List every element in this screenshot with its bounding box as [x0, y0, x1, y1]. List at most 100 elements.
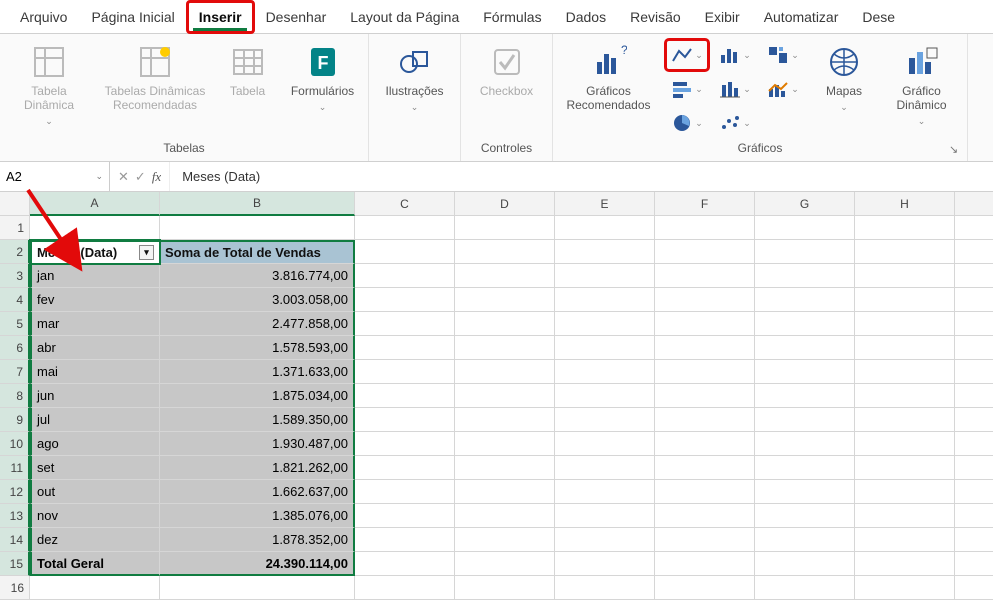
- cell-E10[interactable]: [555, 432, 655, 456]
- cell-D1[interactable]: [455, 216, 555, 240]
- cell-I16[interactable]: [955, 576, 993, 600]
- cell-B10[interactable]: 1.930.487,00: [160, 432, 355, 456]
- cell-C11[interactable]: [355, 456, 455, 480]
- cell-D15[interactable]: [455, 552, 555, 576]
- statistic-chart-button[interactable]: ⌄: [714, 74, 756, 104]
- cell-B15[interactable]: 24.390.114,00: [160, 552, 355, 576]
- cell-G11[interactable]: [755, 456, 855, 480]
- cell-I10[interactable]: [955, 432, 993, 456]
- cell-A11[interactable]: set: [30, 456, 160, 480]
- cell-G8[interactable]: [755, 384, 855, 408]
- column-header-I[interactable]: I: [955, 192, 993, 216]
- cell-C10[interactable]: [355, 432, 455, 456]
- cell-G1[interactable]: [755, 216, 855, 240]
- cell-C12[interactable]: [355, 480, 455, 504]
- cell-B3[interactable]: 3.816.774,00: [160, 264, 355, 288]
- cell-G14[interactable]: [755, 528, 855, 552]
- cell-E9[interactable]: [555, 408, 655, 432]
- cell-A5[interactable]: mar: [30, 312, 160, 336]
- row-header-6[interactable]: 6: [0, 336, 30, 360]
- pivot-table-button[interactable]: Tabela Dinâmica ⌄: [8, 40, 90, 127]
- cell-B11[interactable]: 1.821.262,00: [160, 456, 355, 480]
- cell-H2[interactable]: [855, 240, 955, 264]
- checkbox-button[interactable]: Checkbox: [469, 40, 544, 98]
- row-header-16[interactable]: 16: [0, 576, 30, 600]
- cancel-formula-button[interactable]: ✕: [118, 169, 129, 185]
- column-header-F[interactable]: F: [655, 192, 755, 216]
- cell-E1[interactable]: [555, 216, 655, 240]
- cell-C3[interactable]: [355, 264, 455, 288]
- bar-chart-button[interactable]: ⌄: [666, 74, 708, 104]
- cell-H13[interactable]: [855, 504, 955, 528]
- cell-D7[interactable]: [455, 360, 555, 384]
- cell-A14[interactable]: dez: [30, 528, 160, 552]
- maps-button[interactable]: Mapas ⌄: [814, 40, 874, 113]
- cell-H16[interactable]: [855, 576, 955, 600]
- cell-I1[interactable]: [955, 216, 993, 240]
- cell-I4[interactable]: [955, 288, 993, 312]
- cell-E16[interactable]: [555, 576, 655, 600]
- row-header-15[interactable]: 15: [0, 552, 30, 576]
- cell-A13[interactable]: nov: [30, 504, 160, 528]
- cell-F14[interactable]: [655, 528, 755, 552]
- cell-A3[interactable]: jan: [30, 264, 160, 288]
- cell-I11[interactable]: [955, 456, 993, 480]
- enter-formula-button[interactable]: ✓: [135, 169, 146, 185]
- row-header-1[interactable]: 1: [0, 216, 30, 240]
- cell-B1[interactable]: [160, 216, 355, 240]
- cell-F2[interactable]: [655, 240, 755, 264]
- row-header-12[interactable]: 12: [0, 480, 30, 504]
- cell-H15[interactable]: [855, 552, 955, 576]
- combo-chart-button[interactable]: ⌄: [762, 74, 804, 104]
- cell-G7[interactable]: [755, 360, 855, 384]
- cell-B9[interactable]: 1.589.350,00: [160, 408, 355, 432]
- cell-B6[interactable]: 1.578.593,00: [160, 336, 355, 360]
- cell-H11[interactable]: [855, 456, 955, 480]
- cell-I6[interactable]: [955, 336, 993, 360]
- cell-A15[interactable]: Total Geral: [30, 552, 160, 576]
- column-header-C[interactable]: C: [355, 192, 455, 216]
- cell-I3[interactable]: [955, 264, 993, 288]
- row-header-4[interactable]: 4: [0, 288, 30, 312]
- cell-H10[interactable]: [855, 432, 955, 456]
- hierarchy-chart-button[interactable]: ⌄: [762, 40, 804, 70]
- cell-E6[interactable]: [555, 336, 655, 360]
- column-header-G[interactable]: G: [755, 192, 855, 216]
- row-header-2[interactable]: 2: [0, 240, 30, 264]
- cell-F15[interactable]: [655, 552, 755, 576]
- column-header-E[interactable]: E: [555, 192, 655, 216]
- select-all-corner[interactable]: [0, 192, 30, 216]
- cell-D8[interactable]: [455, 384, 555, 408]
- row-header-7[interactable]: 7: [0, 360, 30, 384]
- cell-D6[interactable]: [455, 336, 555, 360]
- cell-G12[interactable]: [755, 480, 855, 504]
- cell-G3[interactable]: [755, 264, 855, 288]
- cell-F9[interactable]: [655, 408, 755, 432]
- cell-F16[interactable]: [655, 576, 755, 600]
- cell-I2[interactable]: [955, 240, 993, 264]
- cell-C6[interactable]: [355, 336, 455, 360]
- tab-formulas[interactable]: Fórmulas: [471, 1, 553, 33]
- cell-A2[interactable]: Meses (Data)▾: [30, 240, 160, 264]
- row-header-5[interactable]: 5: [0, 312, 30, 336]
- tab-revisao[interactable]: Revisão: [618, 1, 693, 33]
- cell-B4[interactable]: 3.003.058,00: [160, 288, 355, 312]
- tab-arquivo[interactable]: Arquivo: [8, 1, 79, 33]
- cell-F4[interactable]: [655, 288, 755, 312]
- cell-I8[interactable]: [955, 384, 993, 408]
- cell-I12[interactable]: [955, 480, 993, 504]
- recommended-charts-button[interactable]: ? Gráficos Recomendados: [561, 40, 656, 112]
- cell-E3[interactable]: [555, 264, 655, 288]
- cell-C13[interactable]: [355, 504, 455, 528]
- cell-A12[interactable]: out: [30, 480, 160, 504]
- cell-C14[interactable]: [355, 528, 455, 552]
- cell-E8[interactable]: [555, 384, 655, 408]
- cell-D2[interactable]: [455, 240, 555, 264]
- cell-F6[interactable]: [655, 336, 755, 360]
- cell-C15[interactable]: [355, 552, 455, 576]
- cell-I7[interactable]: [955, 360, 993, 384]
- cell-D13[interactable]: [455, 504, 555, 528]
- cell-H9[interactable]: [855, 408, 955, 432]
- cell-G10[interactable]: [755, 432, 855, 456]
- pie-chart-button[interactable]: ⌄: [666, 108, 708, 138]
